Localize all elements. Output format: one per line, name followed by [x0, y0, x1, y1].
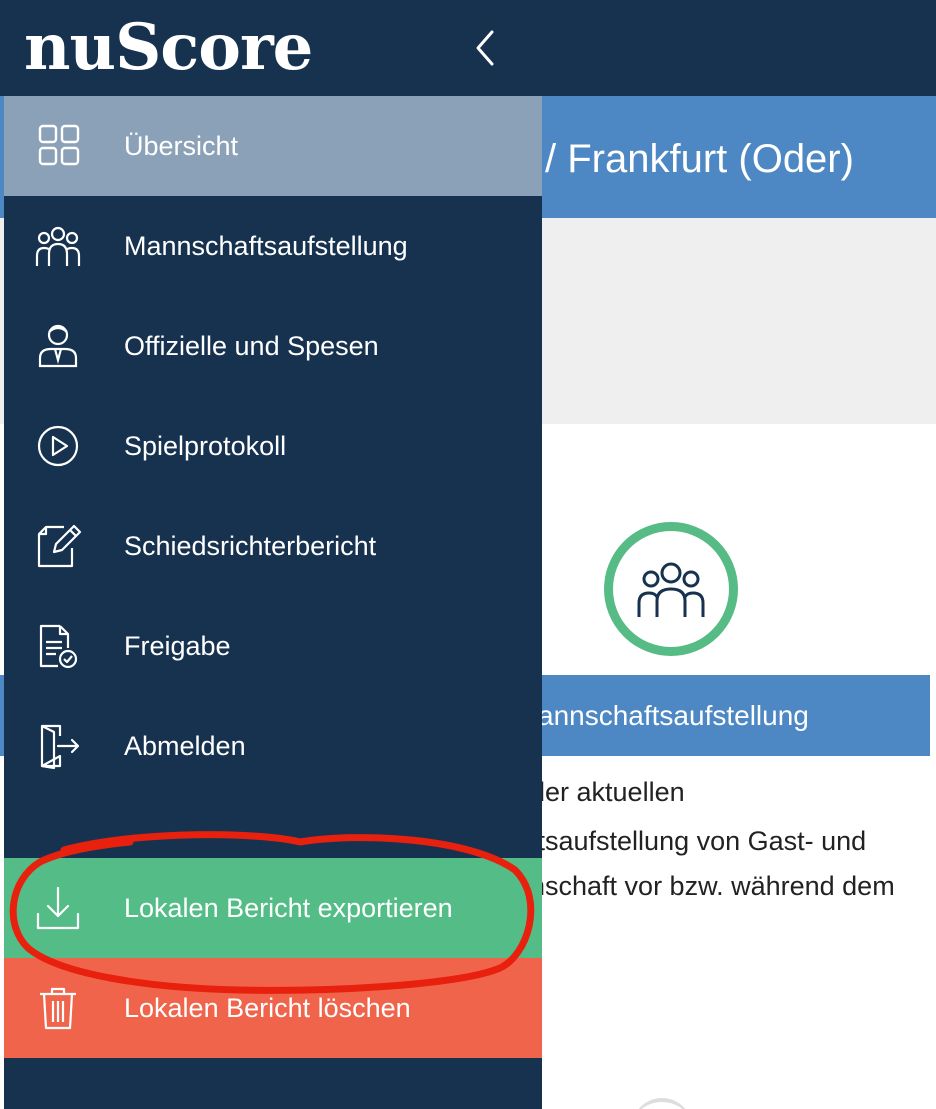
delete-local-report-label: Lokalen Bericht löschen — [124, 993, 411, 1023]
document-check-icon — [39, 624, 78, 669]
app-logo: nuScore — [24, 10, 313, 85]
team-icon — [35, 226, 81, 266]
logout-door-icon — [40, 724, 80, 770]
card-description-line: nschaft vor bzw. während dem — [530, 871, 895, 901]
grid-icon — [38, 124, 80, 166]
official-person-icon — [38, 324, 78, 368]
menu-item-label: Freigabe — [124, 631, 231, 661]
card-description-line: ftsaufstellung von Gast- und — [530, 826, 867, 856]
menu-item-referee-report[interactable]: Schiedsrichterbericht — [4, 496, 542, 596]
menu-item-team-lineup[interactable]: Mannschaftsaufstellung — [4, 196, 542, 296]
match-title: / Frankfurt (Oder) — [545, 137, 854, 181]
team-lineup-card-title: annschaftsaufstellung — [538, 700, 809, 731]
trash-icon — [40, 987, 76, 1030]
team-lineup-card-icon[interactable] — [604, 522, 738, 656]
delete-local-report-button[interactable]: Lokalen Bericht löschen — [4, 958, 542, 1058]
menu-item-release[interactable]: Freigabe — [4, 596, 542, 696]
menu-item-match-protocol[interactable]: Spielprotokoll — [4, 396, 542, 496]
menu-item-label: Mannschaftsaufstellung — [124, 231, 408, 261]
edit-document-icon — [37, 524, 82, 568]
export-local-report-label: Lokalen Bericht exportieren — [124, 893, 453, 923]
chevron-left-icon — [476, 30, 494, 66]
next-card-icon-edge — [632, 1098, 692, 1109]
menu-item-logout[interactable]: Abmelden — [4, 696, 542, 796]
menu-item-label: Schiedsrichterbericht — [124, 531, 377, 561]
export-local-report-button[interactable]: Lokalen Bericht exportieren — [4, 858, 542, 958]
menu-item-overview[interactable]: Übersicht — [4, 96, 542, 196]
play-circle-icon — [37, 425, 79, 467]
menu-item-label: Abmelden — [124, 731, 246, 761]
menu-item-officials-expenses[interactable]: Offizielle und Spesen — [4, 296, 542, 396]
app-screen: / Frankfurt (Oder) annschaftsaufstellung… — [0, 0, 936, 1109]
navigation-drawer: Übersicht Mannschaftsaufstellung Offizie… — [4, 96, 542, 1109]
download-icon — [36, 886, 80, 930]
menu-item-label: Übersicht — [124, 131, 239, 161]
menu-item-label: Spielprotokoll — [124, 431, 287, 461]
card-description-line: der aktuellen — [530, 777, 685, 807]
team-icon — [637, 562, 705, 617]
menu-item-label: Offizielle und Spesen — [124, 331, 379, 361]
collapse-menu-button[interactable] — [466, 26, 506, 70]
app-header: nuScore — [0, 0, 936, 96]
